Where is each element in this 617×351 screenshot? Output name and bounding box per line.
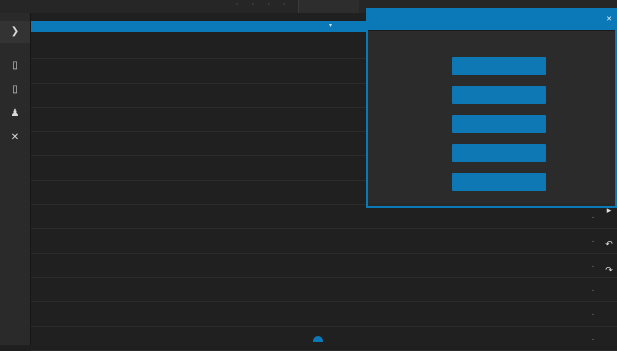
list-item[interactable]: ⌄ <box>31 302 617 327</box>
chevron-down-icon[interactable]: ⌄ <box>591 287 595 293</box>
person-icon: ♟ <box>10 107 20 119</box>
chevron-down-icon[interactable]: ⌄ <box>591 336 595 342</box>
sidebar-item-users[interactable]: ♟ <box>0 103 30 125</box>
sidebar-item-pages[interactable]: ▯ <box>0 79 30 101</box>
close-icon[interactable]: ✕ <box>606 10 612 30</box>
sidebar-item-tools[interactable]: ✕ <box>0 127 30 149</box>
dialog-body <box>368 30 615 203</box>
list-item[interactable]: ⌄ <box>31 205 617 230</box>
list-header: ▾ <box>31 21 368 32</box>
dialog-option-button[interactable] <box>452 86 546 104</box>
dialog-option-button[interactable] <box>452 115 546 133</box>
document-icon: ▯ <box>12 59 18 71</box>
redo-icon[interactable]: ↷ <box>602 265 616 276</box>
action-dialog: ✕ <box>366 8 617 208</box>
sidebar-item-expand[interactable]: ❯ <box>0 21 30 43</box>
dialog-option-button[interactable] <box>452 144 546 162</box>
toolbar-icons: ◦ ◦ ◦ ◦ <box>236 2 292 8</box>
scroll-handle[interactable] <box>313 336 323 342</box>
list-item[interactable]: ⌄ <box>31 254 617 278</box>
list-item[interactable]: ⌄ <box>31 278 617 303</box>
page-icon: ▯ <box>12 83 18 95</box>
header-toggle-icon[interactable]: ▾ <box>329 21 332 32</box>
tools-icon: ✕ <box>10 131 20 143</box>
dialog-option-button[interactable] <box>452 57 546 75</box>
expand-icon: ❯ <box>10 25 20 37</box>
sidebar: ❯ ▯ ▯ ♟ ✕ <box>0 13 31 345</box>
list-item[interactable]: ⌄ <box>31 229 617 254</box>
chevron-down-icon[interactable]: ⌄ <box>591 238 595 244</box>
active-tab[interactable] <box>298 0 359 13</box>
right-toolbar: ▸ ↶ ↷ <box>600 205 617 295</box>
sidebar-item-documents[interactable]: ▯ <box>0 55 30 77</box>
chevron-down-icon[interactable]: ⌄ <box>591 263 595 269</box>
dialog-option-button[interactable] <box>452 173 546 191</box>
list-item[interactable]: ⌄ <box>31 327 617 351</box>
undo-icon[interactable]: ↶ <box>602 239 616 250</box>
chevron-down-icon[interactable]: ⌄ <box>591 311 595 317</box>
chevron-down-icon[interactable]: ⌄ <box>591 214 595 220</box>
dialog-title <box>368 10 615 30</box>
